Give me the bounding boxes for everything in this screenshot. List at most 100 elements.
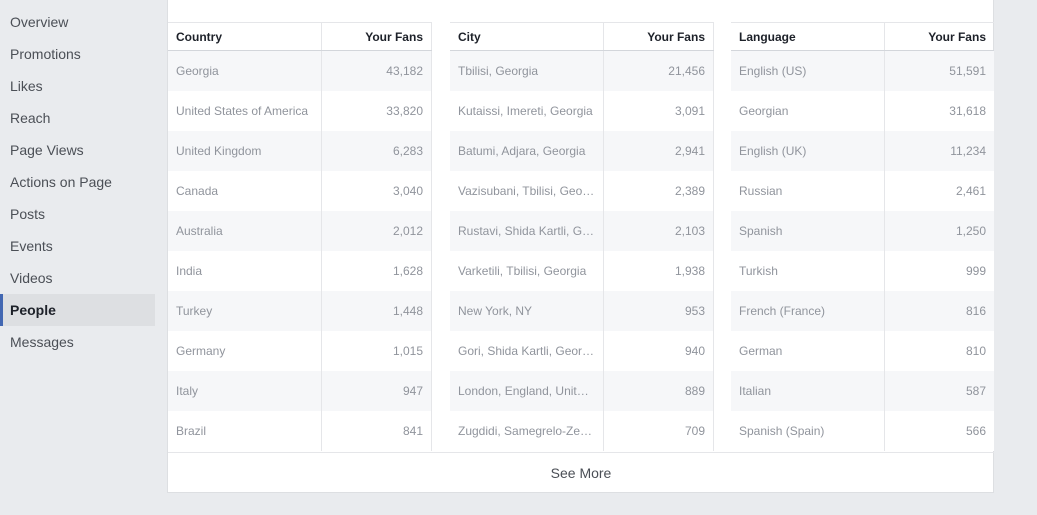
cell-city: Zugdidi, Samegrelo-Ze… (450, 411, 604, 451)
cell-fans: 1,448 (322, 291, 432, 331)
cell-fans: 3,040 (322, 171, 432, 211)
cell-fans: 31,618 (949, 104, 986, 118)
cell-language: Georgian (731, 91, 885, 131)
sidebar-nav: Overview Promotions Likes Reach Page Vie… (0, 6, 155, 358)
table-row: Italy 947 (168, 371, 432, 411)
table-row: Australia 2,012 (168, 211, 432, 251)
cell-language: Turkish (731, 251, 885, 291)
cell-fans: 11,234 (950, 144, 986, 158)
cell-language: English (US) (731, 51, 885, 91)
cell-language: Spanish (731, 211, 885, 251)
cell-fans: 587 (965, 384, 986, 398)
cell-fans: 3,091 (604, 91, 714, 131)
table-row: Germany 1,015 (168, 331, 432, 371)
cell-city: Gori, Shida Kartli, Geor… (450, 331, 604, 371)
cell-fans: 43,182 (322, 51, 432, 91)
cell-fans: 889 (604, 371, 714, 411)
cell-fans: 953 (604, 291, 714, 331)
sidebar-item-posts[interactable]: Posts (0, 198, 155, 230)
table-row: Turkey 1,448 (168, 291, 432, 331)
cell-city: Rustavi, Shida Kartli, G… (450, 211, 604, 251)
table-row: Brazil 841 (168, 411, 432, 451)
fans-tables: Country Your Fans Georgia 43,182 United S… (168, 22, 994, 452)
cell-country: United States of America (168, 91, 322, 131)
cell-fans: 709 (604, 411, 714, 451)
cell-fans: 51,591 (949, 64, 986, 78)
cell-language: Italian (731, 371, 885, 411)
table-header: City Your Fans (450, 22, 714, 51)
table-row: United Kingdom 6,283 (168, 131, 432, 171)
table-row: English (US) 51,591 (731, 51, 994, 91)
column-header-your-fans[interactable]: Your Fans (322, 23, 432, 50)
column-header-country[interactable]: Country (168, 23, 322, 50)
cell-city: Vazisubani, Tbilisi, Geo… (450, 171, 604, 211)
table-row: London, England, Unit… 889 (450, 371, 714, 411)
table-row: New York, NY 953 (450, 291, 714, 331)
sidebar-item-reach[interactable]: Reach (0, 102, 155, 134)
cell-city: New York, NY (450, 291, 604, 331)
sidebar-item-videos[interactable]: Videos (0, 262, 155, 294)
sidebar-item-promotions[interactable]: Promotions (0, 38, 155, 70)
table-row: United States of America 33,820 (168, 91, 432, 131)
people-panel: Country Your Fans Georgia 43,182 United S… (167, 0, 994, 493)
table-row: India 1,628 (168, 251, 432, 291)
table-row: Zugdidi, Samegrelo-Ze… 709 (450, 411, 714, 451)
cell-country: India (168, 251, 322, 291)
cell-fans: 947 (322, 371, 432, 411)
country-table: Country Your Fans Georgia 43,182 United S… (168, 22, 432, 452)
column-header-language[interactable]: Language (731, 23, 885, 50)
cell-fans: 33,820 (322, 91, 432, 131)
table-row: English (UK) 11,234 (731, 131, 994, 171)
sidebar-item-overview[interactable]: Overview (0, 6, 155, 38)
table-row: Tbilisi, Georgia 21,456 (450, 51, 714, 91)
table-row: Varketili, Tbilisi, Georgia 1,938 (450, 251, 714, 291)
table-row: Spanish (Spain) 566 (731, 411, 994, 451)
cell-city: Batumi, Adjara, Georgia (450, 131, 604, 171)
cell-fans: 841 (322, 411, 432, 451)
column-header-your-fans[interactable]: Your Fans (885, 23, 994, 50)
table-row: Georgia 43,182 (168, 51, 432, 91)
cell-fans: 2,461 (955, 184, 986, 198)
table-header: Country Your Fans (168, 22, 432, 51)
cell-fans: 999 (965, 264, 986, 278)
table-body: English (US) 51,591 Georgian 31,618 Englis… (731, 51, 994, 451)
cell-fans: 1,250 (955, 224, 986, 238)
cell-city: Kutaissi, Imereti, Georgia (450, 91, 604, 131)
column-gap (432, 22, 450, 452)
table-row: Kutaissi, Imereti, Georgia 3,091 (450, 91, 714, 131)
column-gap (714, 22, 732, 452)
cell-country: Turkey (168, 291, 322, 331)
see-more-button[interactable]: See More (168, 452, 994, 493)
city-table: City Your Fans Tbilisi, Georgia 21,456 Ku… (450, 22, 714, 452)
cell-fans: 566 (965, 424, 986, 438)
sidebar-item-page-views[interactable]: Page Views (0, 134, 155, 166)
table-row: Georgian 31,618 (731, 91, 994, 131)
table-row: Gori, Shida Kartli, Geor… 940 (450, 331, 714, 371)
cell-city: Varketili, Tbilisi, Georgia (450, 251, 604, 291)
table-header: Language Your Fans (731, 22, 994, 51)
table-body: Tbilisi, Georgia 21,456 Kutaissi, Imereti… (450, 51, 714, 451)
cell-fans: 6,283 (322, 131, 432, 171)
column-header-city[interactable]: City (450, 23, 604, 50)
cell-fans: 940 (604, 331, 714, 371)
sidebar-item-actions-on-page[interactable]: Actions on Page (0, 166, 155, 198)
cell-language: French (France) (731, 291, 885, 331)
column-header-your-fans[interactable]: Your Fans (604, 23, 714, 50)
cell-fans: 2,389 (604, 171, 714, 211)
cell-fans: 2,012 (322, 211, 432, 251)
cell-city: London, England, Unit… (450, 371, 604, 411)
cell-country: Georgia (168, 51, 322, 91)
cell-fans: 1,938 (604, 251, 714, 291)
sidebar-item-likes[interactable]: Likes (0, 70, 155, 102)
sidebar-item-people[interactable]: People (0, 294, 155, 326)
table-row: French (France) 816 (731, 291, 994, 331)
sidebar-item-events[interactable]: Events (0, 230, 155, 262)
cell-city: Tbilisi, Georgia (450, 51, 604, 91)
sidebar-item-messages[interactable]: Messages (0, 326, 155, 358)
cell-fans: 21,456 (604, 51, 714, 91)
cell-fans: 1,015 (322, 331, 432, 371)
cell-fans: 816 (965, 304, 986, 318)
table-row: German 810 (731, 331, 994, 371)
table-row: Italian 587 (731, 371, 994, 411)
cell-country: Germany (168, 331, 322, 371)
